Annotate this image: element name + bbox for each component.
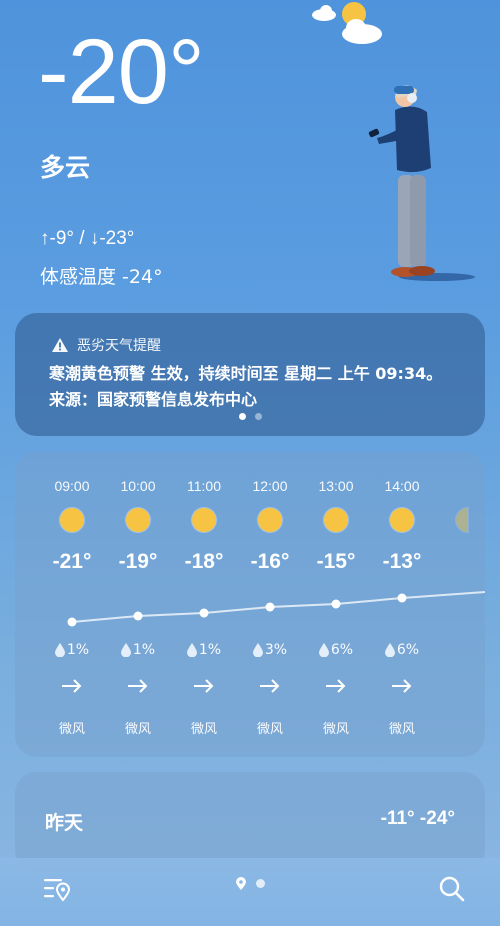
wind-direction-arrow-icon bbox=[105, 678, 171, 698]
hourly-item: 14:00 -13° 6% 微风 bbox=[369, 452, 435, 757]
sun-icon bbox=[60, 508, 84, 532]
city-list-icon[interactable] bbox=[42, 876, 72, 902]
hourly-forecast-card[interactable]: 09:00 -21° 1% 微风 10:00 -19° 1% 微风 11:00 … bbox=[15, 452, 485, 757]
alert-page-indicator bbox=[15, 413, 485, 420]
hour-time: 10:00 bbox=[120, 478, 156, 494]
precipitation-value: 6% bbox=[330, 642, 354, 658]
hourly-item: 10:00 -19° 1% 微风 bbox=[105, 452, 171, 757]
yesterday-label: 昨天 bbox=[45, 812, 84, 834]
hour-time: 11:00 bbox=[187, 478, 221, 494]
high-low-temperature: ↑-9° / ↓-23° bbox=[40, 228, 135, 249]
current-temperature: -20° bbox=[38, 21, 205, 123]
page-dot bbox=[256, 879, 265, 888]
wind-direction-arrow-icon bbox=[171, 678, 237, 698]
hour-time: 14:00 bbox=[384, 478, 420, 494]
precipitation-value: 6% bbox=[396, 642, 420, 658]
sun-icon bbox=[126, 508, 150, 532]
feels-like-temperature: 体感温度 -24° bbox=[40, 266, 163, 288]
wind-direction-arrow-icon bbox=[303, 678, 369, 698]
warning-icon bbox=[52, 338, 68, 352]
alert-title: 恶劣天气提醒 bbox=[77, 338, 161, 354]
wind-label: 微风 bbox=[256, 722, 283, 737]
location-page-indicator[interactable] bbox=[236, 877, 265, 890]
raindrop-icon bbox=[186, 643, 197, 657]
hourly-item: 13:00 -15° 6% 微风 bbox=[303, 452, 369, 757]
wind-label: 微风 bbox=[190, 722, 217, 737]
sun-icon bbox=[390, 508, 414, 532]
page-dot-active bbox=[238, 413, 246, 420]
precipitation: 3% bbox=[237, 642, 303, 658]
wind-label: 微风 bbox=[388, 722, 415, 737]
wind-label: 微风 bbox=[124, 722, 151, 737]
precipitation: 1% bbox=[171, 642, 237, 658]
wind-label: 微风 bbox=[58, 722, 85, 737]
hourly-item: 11:00 -18° 1% 微风 bbox=[171, 452, 237, 757]
wind-direction-arrow-icon bbox=[369, 678, 435, 698]
precipitation: 6% bbox=[369, 642, 435, 658]
hour-time: 12:00 bbox=[252, 478, 288, 494]
sun-icon bbox=[258, 508, 282, 532]
raindrop-icon bbox=[252, 643, 263, 657]
cloudy-weather-icon bbox=[312, 2, 382, 44]
person-illustration bbox=[368, 85, 475, 281]
hour-temperature: -16° bbox=[250, 550, 290, 573]
wind-direction-arrow-icon bbox=[237, 678, 303, 698]
hour-temperature: -19° bbox=[118, 550, 158, 573]
precipitation-value: 1% bbox=[66, 642, 90, 658]
yesterday-temperature-range: -11° -24° bbox=[380, 808, 455, 829]
hour-time: 13:00 bbox=[318, 478, 354, 494]
yesterday-summary-card[interactable]: 昨天 -11° -24° bbox=[15, 772, 485, 872]
hourly-item: 09:00 -21° 1% 微风 bbox=[39, 452, 105, 757]
hour-temperature: -21° bbox=[52, 550, 92, 573]
search-icon[interactable] bbox=[438, 875, 466, 903]
precipitation-value: 3% bbox=[264, 642, 288, 658]
hour-temperature: -13° bbox=[382, 550, 422, 573]
alert-header: 恶劣天气提醒 bbox=[51, 335, 161, 355]
alert-message: 寒潮黄色预警 生效，持续时间至 星期二 上午 09:34。来源：国家预警信息发布… bbox=[49, 364, 443, 409]
sun-icon bbox=[456, 508, 468, 532]
hour-temperature: -15° bbox=[316, 550, 356, 573]
sun-icon bbox=[324, 508, 348, 532]
raindrop-icon bbox=[318, 643, 329, 657]
hourly-item-partial bbox=[435, 452, 485, 757]
bottom-navigation-bar bbox=[0, 858, 500, 926]
weather-condition: 多云 bbox=[40, 153, 91, 182]
precipitation: 1% bbox=[105, 642, 171, 658]
hour-temperature: -18° bbox=[184, 550, 224, 573]
raindrop-icon bbox=[384, 643, 395, 657]
page-dot bbox=[254, 413, 262, 420]
wind-label: 微风 bbox=[322, 722, 349, 737]
hourly-item: 12:00 -16° 3% 微风 bbox=[237, 452, 303, 757]
hour-time: 09:00 bbox=[54, 478, 90, 494]
precipitation: 6% bbox=[303, 642, 369, 658]
wind-direction-arrow-icon bbox=[39, 678, 105, 698]
raindrop-icon bbox=[120, 643, 131, 657]
precipitation-value: 1% bbox=[132, 642, 156, 658]
raindrop-icon bbox=[54, 643, 65, 657]
precipitation: 1% bbox=[39, 642, 105, 658]
sun-icon bbox=[192, 508, 216, 532]
precipitation-value: 1% bbox=[198, 642, 222, 658]
severe-weather-alert-card[interactable]: 恶劣天气提醒 寒潮黄色预警 生效，持续时间至 星期二 上午 09:34。来源：国… bbox=[15, 313, 485, 436]
location-pin-icon bbox=[236, 877, 246, 890]
